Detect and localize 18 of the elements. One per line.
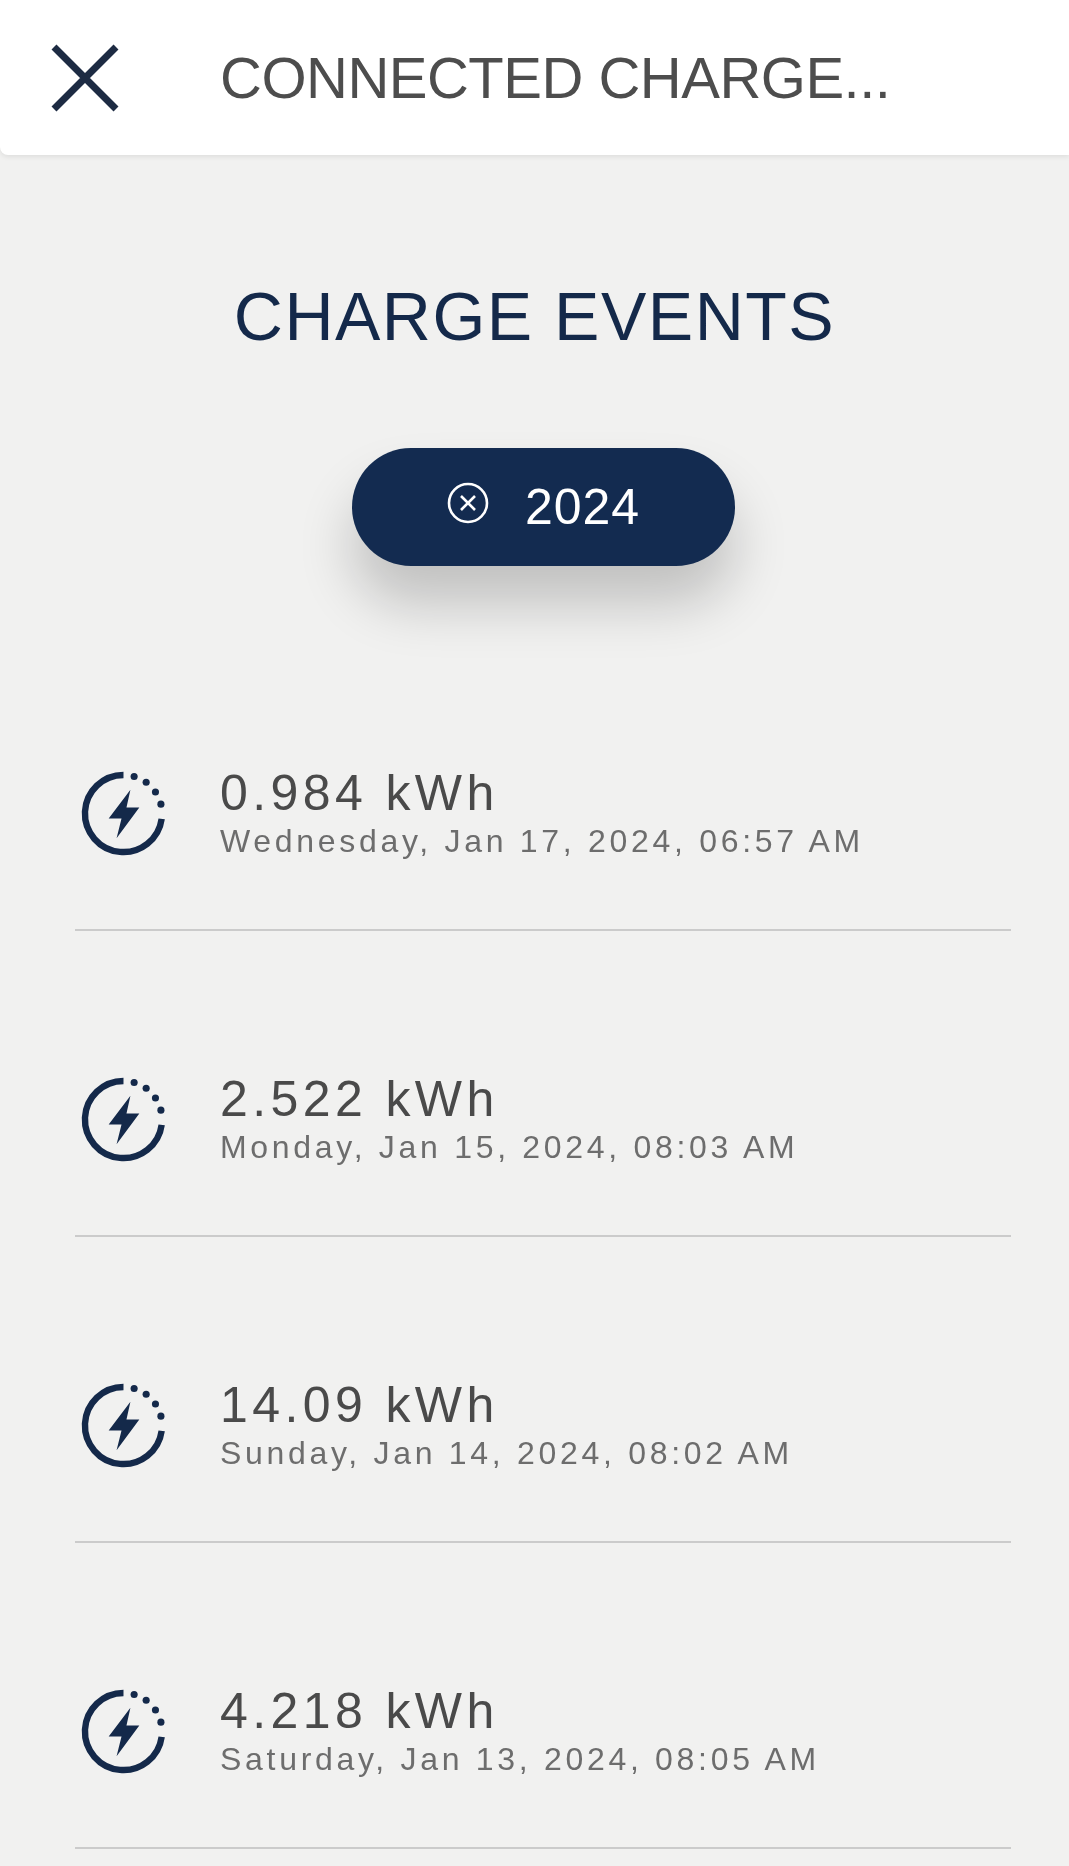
date-text: Wednesday, Jan 17, 2024, 06:57 AM xyxy=(220,822,864,861)
charging-bolt-icon xyxy=(80,1687,167,1775)
energy-text: 0.984 kWh xyxy=(220,765,500,821)
section-title: CHARGE EVENTS xyxy=(233,278,836,354)
clear-icon xyxy=(446,482,489,524)
header-title: CONNECTED CHARGE... xyxy=(220,43,891,112)
charging-bolt-icon xyxy=(80,769,167,857)
charging-bolt-icon xyxy=(80,1381,167,1469)
date-text: Sunday, Jan 14, 2024, 08:02 AM xyxy=(220,1434,793,1473)
date-text: Saturday, Jan 13, 2024, 08:05 AM xyxy=(220,1740,820,1779)
close-button[interactable] xyxy=(50,42,120,113)
energy-text: 14.09 kWh xyxy=(220,1377,500,1433)
charging-bolt-icon xyxy=(80,1075,167,1163)
energy-text: 4.218 kWh xyxy=(220,1683,500,1739)
date-text: Monday, Jan 15, 2024, 08:03 AM xyxy=(220,1128,799,1167)
close-icon xyxy=(50,42,120,113)
filter-chip[interactable]: 2024 xyxy=(352,448,735,566)
energy-text: 2.522 kWh xyxy=(220,1071,500,1127)
